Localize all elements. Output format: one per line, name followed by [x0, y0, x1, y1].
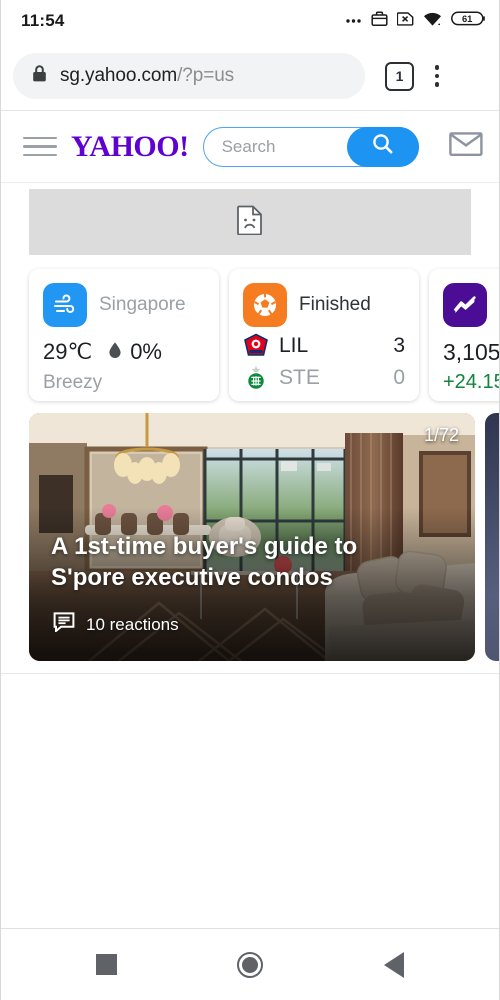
lock-icon: [31, 64, 48, 88]
search-button[interactable]: [346, 126, 419, 167]
tab-switcher-button[interactable]: 1: [385, 61, 414, 91]
yahoo-logo[interactable]: YAHOO!: [71, 130, 189, 164]
sports-team-name: LIL: [279, 334, 309, 357]
search-icon: [370, 131, 396, 162]
svg-text:61: 61: [462, 13, 472, 24]
wifi-icon: [423, 11, 442, 32]
search-box[interactable]: [202, 126, 419, 167]
circle-home-icon: [237, 951, 263, 978]
wind-icon: [43, 283, 87, 327]
finance-change: +24.15 (: [443, 371, 499, 393]
sports-score-row: STE 0: [243, 365, 405, 391]
url-path: /?p=us: [177, 65, 235, 86]
url-host: sg.yahoo.com: [60, 65, 178, 86]
hero-carousel[interactable]: 1/72 A 1st-time buyer's guide to S'pore …: [1, 413, 499, 661]
more-dots-icon: [345, 11, 362, 32]
back-button[interactable]: [372, 943, 416, 987]
android-navigation-bar: [1, 928, 499, 1000]
saint-etienne-crest-icon: [243, 365, 269, 391]
soccer-ball-icon: [243, 283, 287, 327]
sports-team-score: 3: [393, 334, 405, 357]
address-bar[interactable]: sg.yahoo.com/?p=us: [13, 53, 365, 99]
hero-reactions-label: 10 reactions: [86, 614, 179, 634]
hero-article-card[interactable]: 1/72 A 1st-time buyer's guide to S'pore …: [29, 413, 475, 661]
sports-status: Finished: [299, 294, 371, 316]
weather-card-header: Singapore: [43, 283, 205, 327]
finance-value: 3,105.9: [443, 339, 499, 365]
kebab-menu-icon[interactable]: [420, 56, 454, 96]
mail-icon: [449, 131, 483, 162]
hero-reactions[interactable]: 10 reactions: [53, 612, 179, 637]
sports-team-score: 0: [393, 366, 405, 389]
search-input[interactable]: [203, 136, 344, 157]
sports-team-name: STE: [279, 366, 320, 389]
sports-card-header: Finished: [243, 283, 405, 327]
broken-image-placeholder: [29, 189, 471, 255]
hero-headline[interactable]: A 1st-time buyer's guide to S'pore execu…: [51, 532, 415, 593]
comment-icon: [53, 612, 75, 637]
work-profile-icon: [371, 10, 388, 32]
browser-toolbar: sg.yahoo.com/?p=us 1: [1, 42, 499, 110]
sports-card[interactable]: Finished LIL 3 STE 0: [229, 269, 419, 401]
no-sim-icon: [396, 10, 414, 32]
hamburger-icon[interactable]: [23, 136, 57, 157]
hero-counter: 1/72: [423, 425, 459, 445]
yahoo-site-header: YAHOO!: [1, 111, 499, 183]
finance-card-header: Ti In: [443, 283, 499, 327]
web-page-viewport[interactable]: YAHOO! Search Singapore 29℃ 0% Breezy Fi…: [1, 110, 499, 928]
status-bar-clock: 11:54: [21, 11, 65, 30]
weather-condition: Breezy: [43, 372, 103, 393]
sports-score-row: LIL 3: [243, 333, 405, 359]
hero-next-card[interactable]: [485, 413, 499, 661]
address-bar-url: sg.yahoo.com/?p=us: [60, 65, 234, 87]
status-bar: 11:54 61: [1, 0, 499, 42]
card-carousel[interactable]: Singapore 29℃ 0% Breezy Finished LIL 3 S…: [1, 255, 499, 413]
finance-card[interactable]: Ti In 3,105.9 +24.15 (: [429, 269, 499, 401]
line-chart-icon: [443, 283, 487, 327]
triangle-back-icon: [384, 951, 404, 978]
home-button[interactable]: [228, 943, 272, 987]
weather-location: Singapore: [99, 294, 186, 316]
weather-precipitation: 0%: [130, 339, 162, 364]
battery-icon: 61: [451, 10, 485, 32]
weather-card[interactable]: Singapore 29℃ 0% Breezy: [29, 269, 219, 401]
status-bar-icons: 61: [345, 10, 485, 32]
broken-image-icon: [237, 205, 263, 240]
weather-temperature: 29℃: [43, 339, 93, 364]
page-content-empty-area: [1, 673, 499, 928]
mail-button[interactable]: [447, 128, 485, 166]
square-recents-icon: [95, 954, 117, 975]
lille-crest-icon: [243, 333, 269, 359]
recents-button[interactable]: [84, 943, 128, 987]
water-drop-icon: [108, 339, 122, 365]
weather-readings: 29℃ 0%: [43, 339, 205, 365]
device-screen: 11:54 61 sg.yahoo.com/?p=us 1 YAHOO! Sea…: [0, 0, 500, 1000]
